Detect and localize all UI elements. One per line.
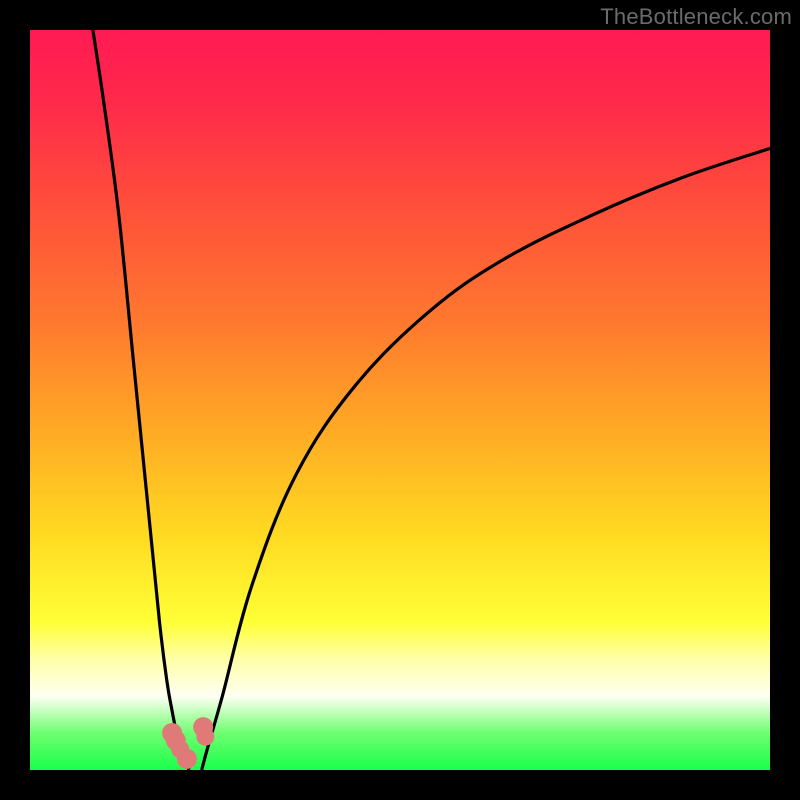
data-marker (196, 728, 214, 746)
chart-frame: TheBottleneck.com (0, 0, 800, 800)
curve-layer (30, 30, 770, 770)
left-branch-curve (93, 30, 189, 770)
marker-group (162, 717, 214, 769)
plot-area (30, 30, 770, 770)
watermark-text: TheBottleneck.com (600, 4, 792, 30)
data-marker (177, 749, 197, 769)
right-branch-curve (202, 148, 770, 770)
